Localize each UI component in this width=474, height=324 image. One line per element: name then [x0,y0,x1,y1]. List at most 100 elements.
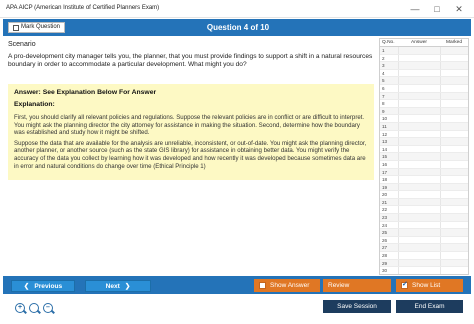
question-answer-cell [398,198,440,206]
question-answer-cell [398,236,440,244]
question-number: 26 [382,237,388,243]
question-list-row[interactable]: 21 [380,198,468,207]
question-list-row[interactable]: 29 [380,259,468,268]
zoom-reset-icon[interactable] [29,303,39,313]
question-list-row[interactable]: 30 [380,267,468,274]
question-answer-cell [398,206,440,214]
question-marked-cell [440,47,468,54]
question-list-row[interactable]: 5 [380,77,468,85]
end-exam-button[interactable]: End Exam [396,300,463,313]
header-answer: Answer [411,40,427,45]
show-answer-checkbox[interactable] [259,282,266,289]
question-marked-cell [440,138,468,145]
question-counter: Question 4 of 10 [206,23,270,32]
zoom-out-icon[interactable]: – [43,303,53,313]
question-list-row[interactable]: 7 [380,92,468,101]
question-toolbar: Mark Question Question 4 of 10 [3,19,471,36]
next-button[interactable]: Next ❯ [85,280,151,292]
mark-checkbox-icon[interactable] [13,24,19,31]
question-list-row[interactable]: 22 [380,206,468,215]
question-marked-cell [440,160,468,168]
navigation-bar: ❮ Previous Next ❯ Show Answer Review Sho… [3,276,471,294]
question-list-row[interactable]: 15 [380,153,468,161]
show-list-button[interactable]: Show List [396,279,463,292]
question-marked-cell [440,54,468,62]
question-list-row[interactable]: 26 [380,236,468,245]
close-icon[interactable]: ✕ [452,3,466,15]
minimize-icon[interactable]: — [408,3,422,15]
question-answer-cell [398,221,440,229]
question-answer-cell [398,84,440,92]
question-list-row[interactable]: 10 [380,115,468,123]
question-answer-cell [398,176,440,183]
question-number: 10 [382,116,388,122]
question-marked-cell [440,130,468,138]
show-answer-button[interactable]: Show Answer [254,279,320,292]
question-list-row[interactable]: 2 [380,54,468,63]
question-number: 21 [382,199,388,205]
question-list-row[interactable]: 1 [380,47,468,55]
question-marked-cell [440,176,468,183]
show-answer-label: Show Answer [270,282,310,289]
previous-button[interactable]: ❮ Previous [11,280,75,292]
question-number: 16 [382,161,388,167]
question-marked-cell [440,107,468,115]
question-number: 4 [382,70,385,76]
question-marked-cell [440,244,468,252]
question-marked-cell [440,77,468,84]
question-list-row[interactable]: 3 [380,62,468,70]
question-list-row[interactable]: 24 [380,221,468,230]
zoom-in-icon[interactable]: + [15,303,25,313]
question-number: 23 [382,215,388,221]
question-list-row[interactable]: 12 [380,130,468,139]
question-list-row[interactable]: 25 [380,229,468,237]
question-list-row[interactable]: 11 [380,122,468,131]
question-marked-cell [440,221,468,229]
question-number: 15 [382,154,388,160]
question-list-row[interactable]: 18 [380,176,468,184]
question-marked-cell [440,69,468,77]
question-answer-cell [398,160,440,168]
mark-question-button[interactable]: Mark Question [8,22,66,33]
question-list-row[interactable]: 16 [380,160,468,169]
explanation-paragraph: First, you should clarify all relevant p… [14,114,365,137]
question-answer-cell [398,77,440,84]
question-list-row[interactable]: 6 [380,84,468,93]
review-button[interactable]: Review [323,279,391,292]
question-list-row[interactable]: 27 [380,244,468,253]
question-number: 6 [382,85,385,91]
footer-bar: + – Save Session End Exam [3,296,471,318]
question-list-row[interactable]: 8 [380,100,468,108]
question-number: 1 [382,48,385,53]
question-number: 13 [382,139,388,145]
maximize-icon[interactable]: □ [430,3,444,15]
save-session-button[interactable]: Save Session [323,300,391,313]
question-list[interactable]: Q.No. Answer Marked 1 2 3 4 5 6 7 8 9 10 11 12 13 14 1… [379,38,469,275]
question-number: 22 [382,207,388,213]
question-answer-cell [398,229,440,236]
question-list-row[interactable]: 9 [380,107,468,116]
answer-heading: Answer: See Explanation Below For Answer [14,89,157,96]
question-answer-cell [398,130,440,138]
question-list-row[interactable]: 20 [380,191,468,199]
question-list-row[interactable]: 23 [380,214,468,222]
question-number: 17 [382,169,388,175]
question-number: 2 [382,55,385,61]
question-marked-cell [440,214,468,221]
question-answer-cell [398,122,440,130]
question-marked-cell [440,115,468,122]
question-list-row[interactable]: 13 [380,138,468,146]
question-number: 18 [382,177,388,183]
question-marked-cell [440,62,468,69]
question-list-row[interactable]: 19 [380,183,468,192]
question-list-row[interactable]: 4 [380,69,468,78]
question-answer-cell [398,244,440,252]
question-list-row[interactable]: 17 [380,168,468,177]
question-number: 9 [382,108,385,114]
question-number: 7 [382,93,385,99]
show-list-checkbox[interactable] [401,280,408,289]
question-list-row[interactable]: 14 [380,145,468,154]
chevron-right-icon: ❯ [124,283,131,290]
question-answer-cell [398,183,440,191]
question-list-row[interactable]: 28 [380,252,468,260]
